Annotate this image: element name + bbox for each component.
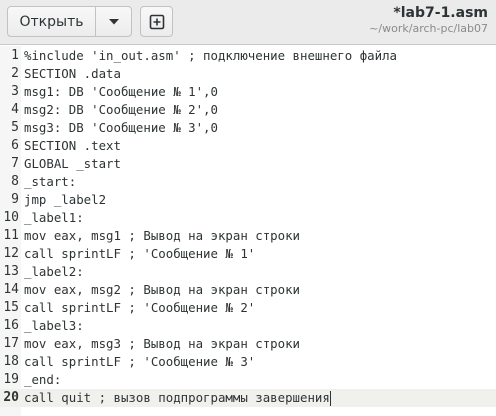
code-line[interactable]: 9 jmp _label2 (0, 191, 496, 209)
line-number: 20 (3, 390, 19, 405)
line-number: 11 (3, 228, 19, 243)
code-text[interactable]: msg2: DB 'Сообщение № 2',0 (24, 101, 218, 119)
code-line[interactable]: 7 GLOBAL _start (0, 155, 496, 173)
chevron-down-icon (108, 18, 119, 24)
code-line[interactable]: 8 _start: (0, 173, 496, 191)
line-number: 12 (3, 246, 19, 261)
line-number: 5 (11, 120, 19, 135)
code-line[interactable]: 20 call quit ; вызов подпрограммы заверше… (0, 389, 496, 407)
code-text[interactable]: call sprintLF ; 'Сообщение № 2' (24, 299, 255, 317)
line-number: 3 (11, 84, 19, 99)
new-document-button[interactable] (140, 6, 173, 37)
open-button[interactable]: Открыть (7, 6, 96, 37)
code-text[interactable]: _end: (24, 371, 61, 389)
code-editor[interactable]: 1 %include 'in_out.asm' ; подключение вне… (0, 46, 496, 416)
title-block: *lab7-1.asm ~/work/arch-pc/lab07 (369, 5, 488, 36)
text-editor-window: Открыть *lab7-1.asm ~/work/arch-pc/lab07… (0, 0, 496, 416)
code-text[interactable]: _label2: (24, 263, 84, 281)
file-path: ~/work/arch-pc/lab07 (369, 22, 488, 35)
line-number: 16 (3, 318, 19, 333)
line-number: 6 (11, 138, 19, 153)
code-line[interactable]: 14 mov eax, msg2 ; Вывод на экран строки (0, 281, 496, 299)
line-number: 13 (3, 264, 19, 279)
line-number: 9 (11, 192, 19, 207)
code-line[interactable]: 12 call sprintLF ; 'Сообщение № 1' (0, 245, 496, 263)
code-text[interactable]: jmp _label2 (24, 191, 106, 209)
code-text[interactable]: mov eax, msg2 ; Вывод на экран строки (24, 281, 300, 299)
code-line[interactable]: 4 msg2: DB 'Сообщение № 2',0 (0, 101, 496, 119)
code-text[interactable]: _label3: (24, 317, 84, 335)
code-text[interactable]: msg1: DB 'Сообщение № 1',0 (24, 83, 218, 101)
new-document-icon (149, 14, 164, 29)
code-text[interactable]: mov eax, msg3 ; Вывод на экран строки (24, 335, 300, 353)
line-number: 7 (11, 156, 19, 171)
recent-files-menu-button[interactable] (95, 6, 132, 37)
code-line[interactable]: 17 mov eax, msg3 ; Вывод на экран строки (0, 335, 496, 353)
line-number: 14 (3, 282, 19, 297)
open-button-label: Открыть (19, 13, 84, 30)
code-text[interactable]: _start: (24, 173, 76, 191)
code-text[interactable]: GLOBAL _start (24, 155, 121, 173)
code-text[interactable]: SECTION .data (24, 65, 121, 83)
line-number: 19 (3, 372, 19, 387)
code-line[interactable]: 6 SECTION .text (0, 137, 496, 155)
text-cursor (330, 391, 331, 406)
line-number: 8 (11, 174, 19, 189)
line-number: 17 (3, 336, 19, 351)
code-text[interactable]: call quit ; вызов подпрограммы завершени… (24, 389, 330, 407)
code-line[interactable]: 18 call sprintLF ; 'Сообщение № 3' (0, 353, 496, 371)
code-text[interactable]: %include 'in_out.asm' ; подключение внеш… (24, 47, 397, 65)
code-line[interactable]: 13 _label2: (0, 263, 496, 281)
code-line[interactable]: 10 _label1: (0, 209, 496, 227)
header-bar: Открыть *lab7-1.asm ~/work/arch-pc/lab07 (0, 0, 496, 45)
code-line[interactable]: 5 msg3: DB 'Сообщение № 3',0 (0, 119, 496, 137)
code-text[interactable]: msg3: DB 'Сообщение № 3',0 (24, 119, 218, 137)
code-line[interactable]: 15 call sprintLF ; 'Сообщение № 2' (0, 299, 496, 317)
line-number: 1 (11, 48, 19, 63)
code-line[interactable]: 19 _end: (0, 371, 496, 389)
code-text[interactable]: SECTION .text (24, 137, 121, 155)
line-number: 4 (11, 102, 19, 117)
code-text[interactable]: call sprintLF ; 'Сообщение № 1' (24, 245, 255, 263)
code-line[interactable]: 16 _label3: (0, 317, 496, 335)
code-line[interactable]: 3 msg1: DB 'Сообщение № 1',0 (0, 83, 496, 101)
code-text[interactable]: call sprintLF ; 'Сообщение № 3' (24, 353, 255, 371)
line-number: 10 (3, 210, 19, 225)
line-number: 18 (3, 354, 19, 369)
code-line[interactable]: 11 mov eax, msg1 ; Вывод на экран строки (0, 227, 496, 245)
code-text[interactable]: mov eax, msg1 ; Вывод на экран строки (24, 227, 300, 245)
code-text[interactable]: _label1: (24, 209, 84, 227)
code-line[interactable]: 1 %include 'in_out.asm' ; подключение вне… (0, 47, 496, 65)
line-number: 15 (3, 300, 19, 315)
window-title: *lab7-1.asm (393, 5, 488, 21)
line-number: 2 (11, 66, 19, 81)
code-line[interactable]: 2 SECTION .data (0, 65, 496, 83)
